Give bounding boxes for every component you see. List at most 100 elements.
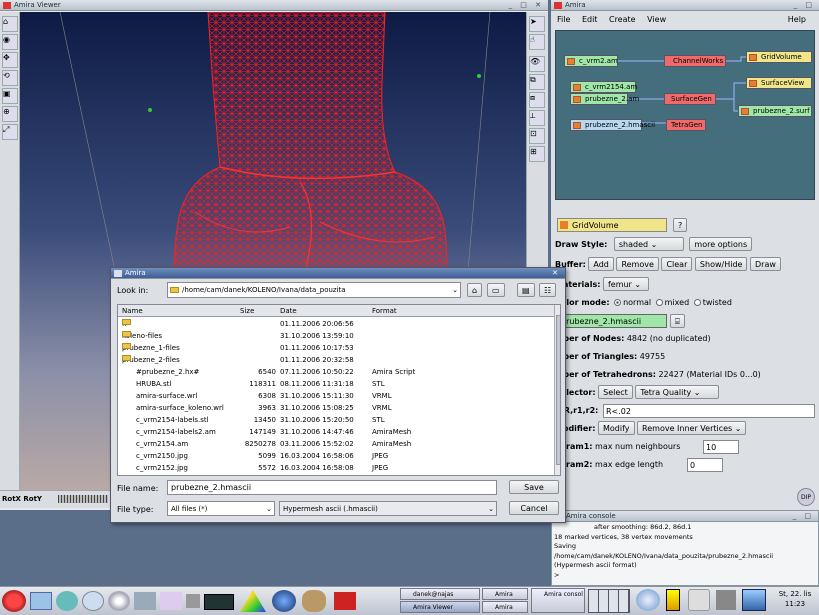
workspace-pager[interactable]	[588, 589, 630, 613]
home-folder-icon[interactable]	[30, 592, 52, 610]
axis-x-icon[interactable]: ⧉	[529, 74, 545, 90]
col-format[interactable]: Format	[372, 305, 397, 317]
perspective-icon[interactable]: ⤢	[2, 124, 18, 140]
buffer-draw-button[interactable]: Draw	[750, 257, 781, 271]
remove-inner-select[interactable]: Remove Inner Vertices ⌄	[637, 421, 747, 435]
task-amira-viewer[interactable]: Amira Viewer	[400, 601, 480, 613]
node-tetragen[interactable]: TetraGen	[666, 119, 706, 131]
table-row[interactable]: #prubezne_2.hx# 6540 07.11.2006 10:50:22 Am…	[118, 367, 554, 377]
gnu-icon[interactable]	[302, 590, 326, 612]
window-menu-icon[interactable]	[3, 2, 11, 9]
chevron-down-icon[interactable]: ⌄	[488, 502, 494, 516]
window-menu-icon[interactable]	[114, 270, 122, 277]
pointer-icon[interactable]: ➤	[529, 16, 545, 32]
tray-volume-icon[interactable]	[716, 590, 736, 610]
node-c-vrm2-am[interactable]: c_vrm2.am	[564, 55, 618, 67]
settings-icon[interactable]	[82, 591, 104, 611]
chevron-down-icon[interactable]: ⌄	[266, 502, 272, 516]
draw-style-select[interactable]: shaded ⌄	[613, 237, 684, 251]
scrollbar-thumb[interactable]	[556, 315, 560, 465]
menu-edit[interactable]: Edit	[582, 15, 598, 24]
table-row[interactable]: c_vrm2152.jpg 5572 16.03.2004 16:58:08 JPEG	[118, 463, 554, 473]
table-row[interactable]: prubezne_1-files 01.11.2006 10:17:53	[118, 343, 554, 353]
task-amira[interactable]: Amira	[482, 588, 528, 600]
view-icon[interactable]: 👁	[529, 56, 545, 72]
menu-file[interactable]: File	[557, 15, 570, 24]
clock[interactable]: St, 22. lis 11:23	[772, 589, 818, 613]
table-row[interactable]: c_vrm2154-labels.stl 13450 31.10.2006 15:2…	[118, 415, 554, 425]
buffer-add-button[interactable]: Add	[588, 257, 614, 271]
col-date[interactable]: Date	[280, 305, 297, 317]
cd-icon[interactable]	[108, 591, 130, 611]
start-icon[interactable]	[2, 590, 26, 612]
menu-help[interactable]: Help	[788, 13, 806, 27]
rot-wheel[interactable]	[58, 495, 108, 503]
snapshot-icon[interactable]: ⊡	[529, 128, 545, 144]
col-size[interactable]: Size	[240, 305, 254, 317]
tray-network-icon[interactable]	[636, 589, 660, 611]
drr-input[interactable]: R<.02	[603, 404, 815, 418]
cancel-button[interactable]: Cancel	[509, 501, 559, 515]
new-folder-icon[interactable]: ▭	[487, 283, 505, 297]
dialog-titlebar[interactable]: Amira ✕	[111, 268, 565, 279]
table-row[interactable]: .. 01.11.2006 20:06:56	[118, 319, 554, 329]
node-surfacegen[interactable]: SurfaceGen	[664, 93, 716, 105]
tray-battery-icon[interactable]	[666, 589, 680, 611]
select-button[interactable]: Select	[598, 385, 633, 399]
interact-icon[interactable]: ☝	[529, 34, 545, 50]
table-row[interactable]: c_vrm2154-labels2.am 147149 31.10.2006 14:…	[118, 427, 554, 437]
materials-select[interactable]: femur ⌄	[602, 277, 649, 291]
node-prubezne2-surf[interactable]: prubezne_2.surf	[738, 105, 812, 117]
node-prubezne2-hmascii[interactable]: prubezne_2.hmascii	[570, 119, 655, 131]
main-titlebar[interactable]: Amira _ □	[551, 0, 819, 11]
camera-icon[interactable]: ◉	[2, 34, 18, 50]
menu-view[interactable]: View	[647, 15, 666, 24]
app-icon[interactable]	[334, 592, 356, 610]
window-menu-icon[interactable]	[554, 2, 562, 9]
window-controls[interactable]: _ □	[793, 511, 814, 522]
node-prubezne2-am[interactable]: prubezne_2.am	[570, 93, 639, 105]
data-field[interactable]: prubezne_2.hmascii	[557, 314, 667, 328]
table-row[interactable]: prubezne_2-files 01.11.2006 20:32:58	[118, 355, 554, 365]
layout-icon[interactable]: ⊞	[529, 146, 545, 162]
axis-y-icon[interactable]: ⧈	[529, 92, 545, 108]
detail-view-icon[interactable]: ☷	[539, 283, 557, 297]
table-row[interactable]: HRUBA.stl 118311 08.11.2006 11:31:18 STL	[118, 379, 554, 389]
buffer-remove-button[interactable]: Remove	[616, 257, 659, 271]
tetra-quality-select[interactable]: Tetra Quality ⌄	[635, 385, 720, 399]
info-icon[interactable]: DIP	[797, 488, 815, 506]
table-row[interactable]: c_vrm2154.am 8250278 03.11.2006 15:52:02 Am…	[118, 439, 554, 449]
file-list[interactable]: Name Size Date Format .. 01.11.2006 20:06…	[117, 304, 561, 476]
network-icon[interactable]	[134, 592, 156, 610]
node-c-vrm2154-am[interactable]: c_vrm2154.am	[570, 81, 637, 93]
format-select[interactable]: Hypermesh ascii (.hmascii) ⌄	[279, 501, 497, 516]
radio-normal[interactable]	[614, 299, 622, 306]
dialog-close-icon[interactable]: ✕	[552, 268, 561, 279]
file-type-select[interactable]: All files (*) ⌄	[167, 501, 275, 516]
file-name-input[interactable]: prubezne_2.hmascii	[167, 480, 497, 495]
axis-z-icon[interactable]: ⟂	[529, 110, 545, 126]
more-options-button[interactable]: more options	[689, 237, 753, 251]
view-all-icon[interactable]: ▣	[2, 88, 18, 104]
pan-icon[interactable]: ✥	[2, 52, 18, 68]
menu-create[interactable]: Create	[609, 15, 636, 24]
tray-security-icon[interactable]	[688, 589, 710, 611]
save-button[interactable]: Save	[509, 480, 559, 494]
seek-icon[interactable]: ⊕	[2, 106, 18, 122]
help-button[interactable]: ?	[673, 218, 688, 232]
browser-icon[interactable]	[56, 591, 78, 611]
param1-input[interactable]: 10	[703, 440, 739, 454]
table-row[interactable]: c_vrm2150.jpg 5099 16.03.2004 16:58:06 JPEG	[118, 451, 554, 461]
buffer-clear-button[interactable]: Clear	[661, 257, 693, 271]
console-output[interactable]: after smoothing: 86d.2, 86d.1 18 marked …	[554, 523, 816, 585]
editor-icon[interactable]	[160, 592, 182, 610]
file-list-scrollbar[interactable]	[554, 305, 560, 475]
window-controls[interactable]: _ □ ✕	[509, 0, 544, 11]
task-amira-console[interactable]: Amira consol	[531, 588, 585, 613]
object-pool[interactable]: c_vrm2.am ChannelWorks GridVolume c_vrm2…	[555, 30, 815, 200]
buffer-showhide-button[interactable]: Show/Hide	[694, 257, 748, 271]
param2-input[interactable]: 0	[687, 458, 723, 472]
mail-icon[interactable]	[204, 594, 234, 610]
node-surfaceview[interactable]: SurfaceView	[746, 77, 812, 89]
tray-monitor-icon[interactable]	[742, 589, 766, 611]
